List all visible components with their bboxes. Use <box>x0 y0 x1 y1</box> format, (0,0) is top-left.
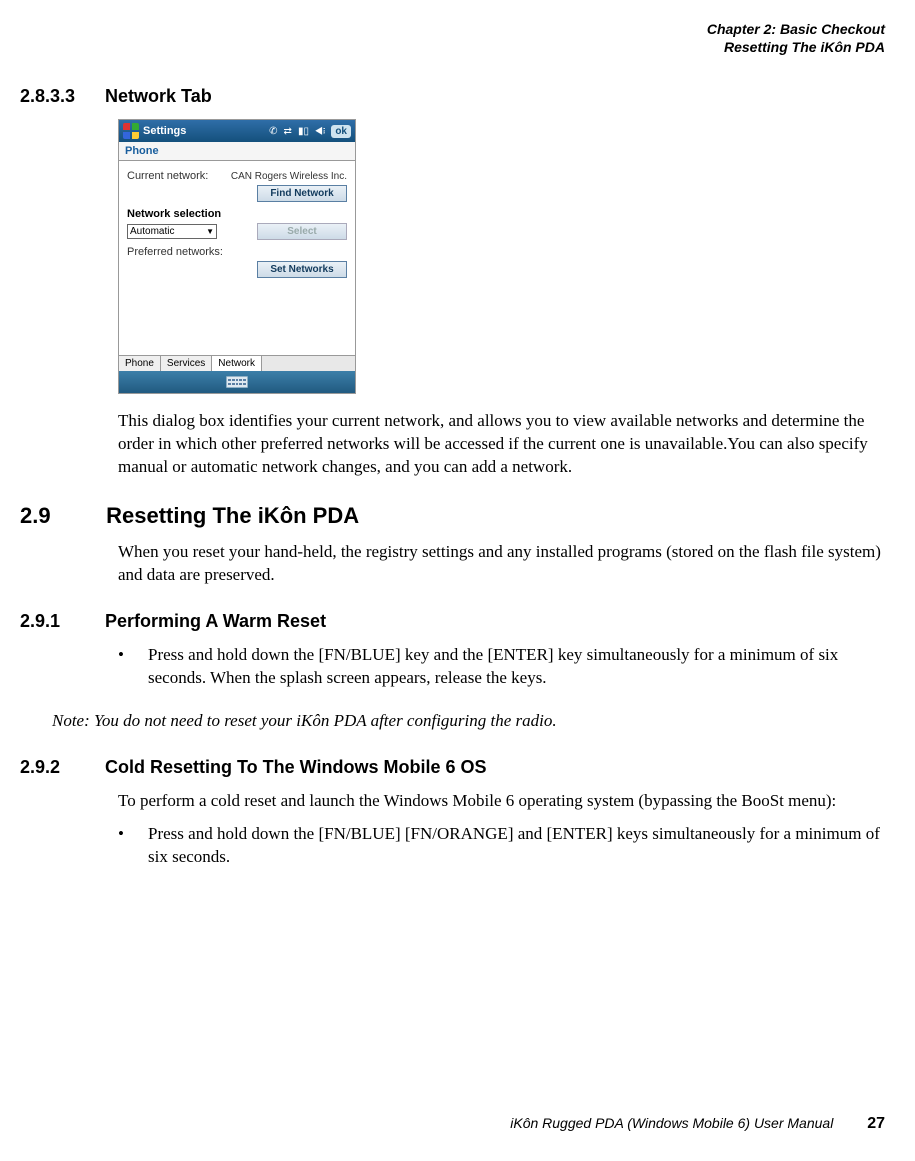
pda-softkey-bar <box>119 371 355 393</box>
section-number: 2.9.1 <box>20 611 100 632</box>
current-network-label: Current network: <box>127 170 208 182</box>
tab-services[interactable]: Services <box>161 356 212 371</box>
pda-title: Settings <box>143 125 186 137</box>
page-footer: iKôn Rugged PDA (Windows Mobile 6) User … <box>510 1115 885 1133</box>
note-block: Note: You do not need to reset your iKôn… <box>40 704 885 733</box>
section-number: 2.9 <box>20 503 100 529</box>
heading-2-9-2: 2.9.2 Cold Resetting To The Windows Mobi… <box>20 757 885 778</box>
network-selection-label: Network selection <box>127 208 347 220</box>
section-number: 2.9.2 <box>20 757 100 778</box>
keyboard-icon[interactable] <box>226 376 248 388</box>
start-icon[interactable] <box>123 123 139 139</box>
preferred-networks-label: Preferred networks: <box>127 246 223 258</box>
bullet-cold-reset: • Press and hold down the [FN/BLUE] [FN/… <box>118 823 885 869</box>
speaker-icon: ◀፧ <box>315 126 325 137</box>
section-line: Resetting The iKôn PDA <box>20 38 885 56</box>
tab-network[interactable]: Network <box>212 356 262 371</box>
section-number: 2.8.3.3 <box>20 86 100 107</box>
system-tray: ✆ ⇄ ▮▯ ◀፧ ok <box>269 125 351 138</box>
section-title: Resetting The iKôn PDA <box>106 503 359 528</box>
bullet-text: Press and hold down the [FN/BLUE] [FN/OR… <box>148 823 885 869</box>
tab-phone[interactable]: Phone <box>119 356 161 371</box>
bullet-warm-reset: • Press and hold down the [FN/BLUE] key … <box>118 644 885 690</box>
pda-screenshot: Settings ✆ ⇄ ▮▯ ◀፧ ok Phone Current netw… <box>118 119 356 394</box>
section-title: Network Tab <box>105 86 212 106</box>
chapter-line: Chapter 2: Basic Checkout <box>20 20 885 38</box>
find-network-button[interactable]: Find Network <box>257 185 347 202</box>
pda-titlebar: Settings ✆ ⇄ ▮▯ ◀፧ ok <box>119 120 355 142</box>
heading-2-8-3-3: 2.8.3.3 Network Tab <box>20 86 885 107</box>
paragraph-cold-reset: To perform a cold reset and launch the W… <box>118 790 885 813</box>
set-networks-button[interactable]: Set Networks <box>257 261 347 278</box>
section-title: Cold Resetting To The Windows Mobile 6 O… <box>105 757 487 777</box>
network-mode-value: Automatic <box>130 226 174 237</box>
paragraph-network-tab: This dialog box identifies your current … <box>118 410 885 479</box>
heading-2-9: 2.9 Resetting The iKôn PDA <box>20 503 885 529</box>
paragraph-resetting: When you reset your hand-held, the regis… <box>118 541 885 587</box>
ok-button[interactable]: ok <box>331 125 351 138</box>
bullet-icon: • <box>118 644 148 690</box>
page-number: 27 <box>867 1115 885 1132</box>
note-text: Note: You do not need to reset your iKôn… <box>52 704 557 733</box>
heading-2-9-1: 2.9.1 Performing A Warm Reset <box>20 611 885 632</box>
page-header: Chapter 2: Basic Checkout Resetting The … <box>20 20 885 56</box>
missed-call-icon: ✆ <box>269 126 277 137</box>
current-network-value: CAN Rogers Wireless Inc. <box>231 171 347 182</box>
section-title: Performing A Warm Reset <box>105 611 326 631</box>
bullet-icon: • <box>118 823 148 869</box>
bullet-text: Press and hold down the [FN/BLUE] key an… <box>148 644 885 690</box>
sync-icon: ⇄ <box>284 126 292 137</box>
chevron-down-icon: ▼ <box>206 227 214 236</box>
pda-subheader: Phone <box>119 142 355 161</box>
pda-tabs: Phone Services Network <box>119 355 355 371</box>
select-button: Select <box>257 223 347 240</box>
network-mode-select[interactable]: Automatic ▼ <box>127 224 217 239</box>
manual-title: iKôn Rugged PDA (Windows Mobile 6) User … <box>510 1115 833 1131</box>
signal-icon: ▮▯ <box>298 126 309 137</box>
